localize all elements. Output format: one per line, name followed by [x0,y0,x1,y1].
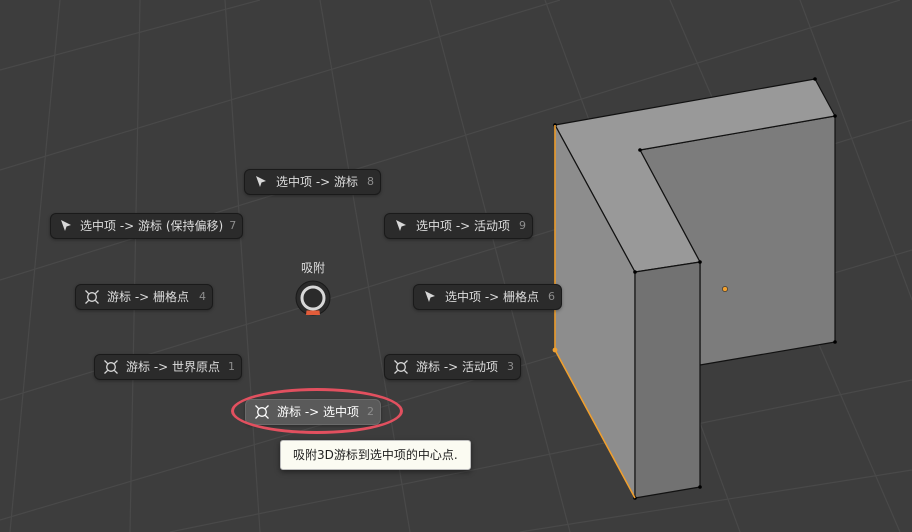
pie-item-hotkey: 8 [367,175,374,188]
pie-item-label: 选中项 -> 活动项 [416,219,511,233]
pie-item-cursor-to-world-origin[interactable]: 游标 -> 世界原点 1 [94,354,242,380]
object-origin-dot [722,286,728,292]
pie-direction-dial [295,280,331,316]
pie-item-selection-to-cursor-keep-offset[interactable]: 选中项 -> 游标 (保持偏移) 7 [50,213,243,239]
pie-item-label: 选中项 -> 栅格点 [445,290,540,304]
mesh-front-face [634,261,701,499]
pie-item-label: 游标 -> 世界原点 [126,360,221,374]
pie-item-cursor-to-selected[interactable]: 游标 -> 选中项 2 [245,399,381,425]
cursor-arrow-icon [253,174,269,190]
tooltip: 吸附3D游标到选中项的中心点. [280,440,471,470]
pie-menu-title: 吸附 [300,261,325,275]
pie-item-selection-to-grid[interactable]: 选中项 -> 栅格点 6 [413,284,562,310]
pie-item-hotkey: 9 [519,219,526,232]
cursor-arrow-icon [422,289,438,305]
cursor-arrow-icon [393,218,409,234]
pie-item-cursor-to-grid[interactable]: 游标 -> 栅格点 4 [75,284,213,310]
pie-item-hotkey: 2 [367,405,374,418]
pie-item-hotkey: 1 [228,360,235,373]
pie-item-label: 选中项 -> 游标 (保持偏移) [80,219,224,233]
pie-item-selection-to-cursor[interactable]: 选中项 -> 游标 8 [244,169,381,195]
cursor-arrow-icon [59,218,73,234]
mesh-object[interactable] [554,78,836,499]
pie-item-label: 游标 -> 活动项 [416,360,499,374]
3d-cursor-icon [393,359,409,375]
pie-item-hotkey: 4 [199,290,206,303]
pie-item-hotkey: 3 [507,360,514,373]
pie-item-hotkey: 6 [548,290,555,303]
3d-cursor-icon [254,404,270,420]
pie-item-hotkey: 7 [229,219,237,232]
pie-item-label: 游标 -> 选中项 [277,405,360,419]
pie-item-label: 选中项 -> 游标 [276,175,359,189]
pie-item-label: 游标 -> 栅格点 [107,290,190,304]
selected-vertex [552,347,558,353]
pie-item-cursor-to-active[interactable]: 游标 -> 活动项 3 [384,354,521,380]
pie-item-selection-to-active[interactable]: 选中项 -> 活动项 9 [384,213,533,239]
3d-cursor-icon [103,359,119,375]
3d-cursor-icon [84,289,100,305]
